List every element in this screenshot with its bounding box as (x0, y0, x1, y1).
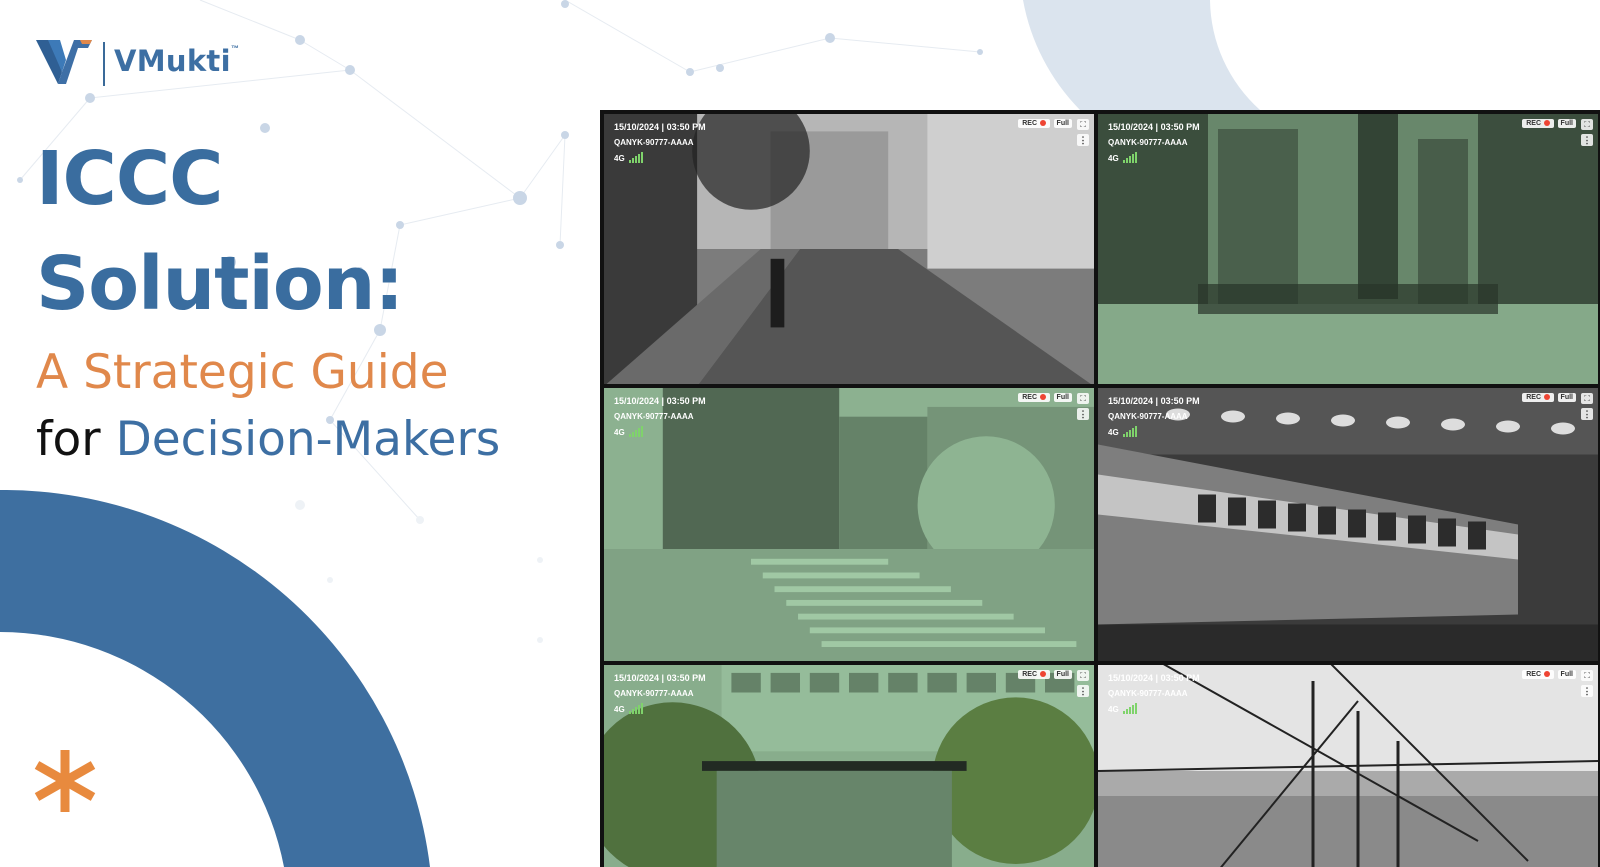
signal-strength-icon (1123, 426, 1137, 437)
camera-scene (1098, 388, 1598, 661)
record-dot-icon (1544, 394, 1550, 401)
record-badge[interactable]: REC (1018, 393, 1050, 402)
feed-network: 4G (614, 428, 625, 437)
feed-network: 4G (1108, 154, 1119, 163)
fullscreen-icon[interactable]: ⛶ (1581, 670, 1593, 681)
record-badge[interactable]: REC (1018, 119, 1050, 128)
green-tint-overlay (604, 388, 1094, 661)
feed-timestamp: 15/10/2024 | 03:50 PM (1108, 396, 1200, 406)
record-label: REC (1022, 394, 1037, 401)
subheadline-prefix: for (36, 412, 101, 467)
full-view-button[interactable]: Full (1557, 119, 1576, 128)
more-options-icon[interactable]: ⋮ (1077, 408, 1089, 420)
camera-scene (604, 114, 1094, 384)
signal-strength-icon (1123, 703, 1137, 714)
subheadline-line-1: A Strategic Guide (36, 345, 449, 400)
camera-feed[interactable]: 15/10/2024 | 03:50 PM QANYK-90777-AAAA 4… (604, 665, 1094, 867)
feed-camera-id: QANYK-90777-AAAA (1108, 138, 1188, 147)
signal-strength-icon (629, 152, 643, 163)
feed-timestamp: 15/10/2024 | 03:50 PM (614, 396, 706, 406)
feed-network: 4G (614, 705, 625, 714)
feed-camera-id: QANYK-90777-AAAA (614, 138, 694, 147)
feed-network: 4G (614, 154, 625, 163)
feed-timestamp: 15/10/2024 | 03:50 PM (1108, 673, 1200, 683)
record-badge[interactable]: REC (1018, 670, 1050, 679)
record-label: REC (1526, 394, 1541, 401)
fullscreen-icon[interactable]: ⛶ (1077, 119, 1089, 130)
camera-feed[interactable]: 15/10/2024 | 03:50 PM QANYK-90777-AAAA 4… (1098, 665, 1598, 867)
full-view-button[interactable]: Full (1053, 670, 1072, 679)
signal-strength-icon (1123, 152, 1137, 163)
subheadline-line-2: for Decision-Makers (36, 416, 500, 463)
full-view-button[interactable]: Full (1053, 393, 1072, 402)
signal-strength-icon (629, 703, 643, 714)
subheadline-highlight: Decision-Makers (115, 412, 501, 467)
record-dot-icon (1040, 120, 1046, 127)
more-options-icon[interactable]: ⋮ (1581, 408, 1593, 420)
fullscreen-icon[interactable]: ⛶ (1077, 393, 1089, 404)
record-dot-icon (1544, 120, 1550, 127)
headline-line-1: ICCC (36, 136, 223, 222)
green-tint-overlay (1098, 114, 1598, 384)
camera-feed[interactable]: 15/10/2024 | 03:50 PM QANYK-90777-AAAA 4… (604, 114, 1094, 384)
fullscreen-icon[interactable]: ⛶ (1581, 393, 1593, 404)
asterisk-icon (34, 750, 96, 812)
full-view-button[interactable]: Full (1557, 670, 1576, 679)
camera-feed[interactable]: 15/10/2024 | 03:50 PM QANYK-90777-AAAA 4… (1098, 114, 1598, 384)
record-label: REC (1022, 120, 1037, 127)
more-options-icon[interactable]: ⋮ (1077, 134, 1089, 146)
record-dot-icon (1040, 671, 1046, 678)
feed-timestamp: 15/10/2024 | 03:50 PM (614, 673, 706, 683)
record-label: REC (1526, 120, 1541, 127)
more-options-icon[interactable]: ⋮ (1581, 134, 1593, 146)
feed-network: 4G (1108, 428, 1119, 437)
feed-camera-id: QANYK-90777-AAAA (1108, 689, 1188, 698)
feed-timestamp: 15/10/2024 | 03:50 PM (1108, 122, 1200, 132)
camera-feed-grid: 15/10/2024 | 03:50 PM QANYK-90777-AAAA 4… (600, 110, 1600, 867)
record-label: REC (1022, 671, 1037, 678)
feed-camera-id: QANYK-90777-AAAA (614, 689, 694, 698)
record-dot-icon (1040, 394, 1046, 401)
feed-camera-id: QANYK-90777-AAAA (614, 412, 694, 421)
fullscreen-icon[interactable]: ⛶ (1077, 670, 1089, 681)
record-badge[interactable]: REC (1522, 393, 1554, 402)
headline-line-2: Solution: (36, 241, 404, 327)
full-view-button[interactable]: Full (1053, 119, 1072, 128)
camera-feed[interactable]: 15/10/2024 | 03:50 PM QANYK-90777-AAAA 4… (1098, 388, 1598, 661)
record-badge[interactable]: REC (1522, 119, 1554, 128)
more-options-icon[interactable]: ⋮ (1077, 685, 1089, 697)
feed-camera-id: QANYK-90777-AAAA (1108, 412, 1188, 421)
feed-timestamp: 15/10/2024 | 03:50 PM (614, 122, 706, 132)
record-badge[interactable]: REC (1522, 670, 1554, 679)
fullscreen-icon[interactable]: ⛶ (1581, 119, 1593, 130)
camera-feed[interactable]: 15/10/2024 | 03:50 PM QANYK-90777-AAAA 4… (604, 388, 1094, 661)
record-dot-icon (1544, 671, 1550, 678)
more-options-icon[interactable]: ⋮ (1581, 685, 1593, 697)
vmukti-logo-icon (36, 40, 92, 84)
decorative-top-arc (1023, 0, 1260, 110)
logo-divider (103, 42, 105, 86)
feed-network: 4G (1108, 705, 1119, 714)
brand-name: VMukti (114, 44, 231, 78)
record-label: REC (1526, 671, 1541, 678)
full-view-button[interactable]: Full (1557, 393, 1576, 402)
signal-strength-icon (629, 426, 643, 437)
brand-trademark: ™ (231, 44, 239, 53)
